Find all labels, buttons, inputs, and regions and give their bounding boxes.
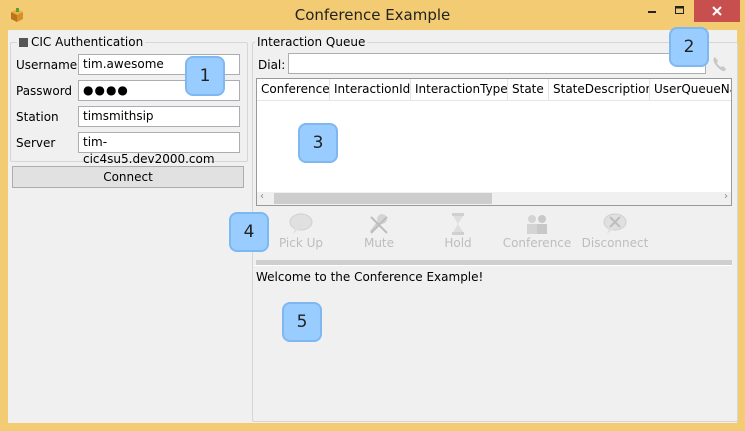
annotation-badge: 3: [298, 123, 338, 163]
annotation-badge: 1: [185, 56, 225, 96]
disconnect-button[interactable]: Disconnect: [570, 210, 660, 250]
server-label: Server: [16, 136, 56, 150]
server-field[interactable]: tim-cic4su5.dev2000.com: [78, 132, 240, 166]
column-header[interactable]: UserQueueNa: [650, 79, 731, 101]
scroll-right-icon[interactable]: ›: [724, 191, 728, 202]
close-icon: [712, 6, 722, 16]
hold-button[interactable]: Hold: [413, 210, 503, 250]
auth-checkbox[interactable]: [19, 38, 28, 47]
main-window: Conference Example CIC Authentication Us…: [0, 0, 745, 431]
log-text: Welcome to the Conference Example!: [256, 270, 484, 284]
speech-bubble-icon: [289, 213, 313, 234]
scroll-left-icon[interactable]: ‹: [260, 191, 264, 202]
column-header[interactable]: StateDescription: [549, 79, 650, 101]
dial-label: Dial:: [258, 58, 286, 72]
call-toolbar: Pick Up Mute Hold Conference Disconnect: [256, 210, 732, 256]
mute-label: Mute: [363, 236, 395, 250]
station-field[interactable]: timsmithsip: [78, 106, 240, 127]
conference-people-icon: [527, 215, 547, 234]
window-title: Conference Example: [294, 6, 451, 24]
close-button[interactable]: [694, 0, 740, 22]
maximize-icon: [675, 6, 684, 14]
annotation-badge: 4: [229, 212, 269, 252]
column-header[interactable]: State: [508, 79, 549, 101]
hold-label: Hold: [444, 236, 472, 250]
conference-button[interactable]: Conference: [492, 210, 582, 250]
minimize-button[interactable]: [640, 0, 666, 22]
title-bar[interactable]: Conference Example: [0, 0, 745, 30]
annotation-badge: 5: [282, 302, 322, 342]
pickup-label: Pick Up: [278, 236, 324, 250]
maximize-button[interactable]: [666, 0, 694, 22]
horizontal-scrollbar[interactable]: ‹ ›: [257, 191, 731, 205]
phone-icon[interactable]: [711, 55, 729, 73]
microphone-muted-icon: [369, 214, 388, 234]
scrollbar-thumb[interactable]: [274, 193, 492, 204]
queue-legend: Interaction Queue: [255, 35, 368, 49]
pickup-button[interactable]: Pick Up: [256, 210, 346, 250]
mute-button[interactable]: Mute: [334, 210, 424, 250]
column-header[interactable]: Conference: [257, 79, 330, 101]
minimize-icon: [648, 11, 656, 13]
auth-legend: CIC Authentication: [17, 35, 146, 49]
column-header[interactable]: InteractionId: [330, 79, 411, 101]
auth-legend-text: CIC Authentication: [31, 35, 144, 49]
connect-button[interactable]: Connect: [12, 166, 244, 188]
annotation-badge: 2: [669, 27, 709, 67]
column-header[interactable]: InteractionType: [411, 79, 508, 101]
password-label: Password: [16, 84, 73, 98]
hourglass-icon: [452, 213, 464, 235]
disconnect-label: Disconnect: [581, 236, 649, 250]
client-area: CIC Authentication Username tim.awesome …: [8, 27, 738, 423]
dial-input[interactable]: [288, 53, 706, 74]
conference-label: Conference: [502, 236, 572, 250]
log-output[interactable]: Welcome to the Conference Example!: [254, 265, 732, 418]
username-label: Username: [16, 58, 78, 72]
disconnect-icon: [603, 213, 627, 234]
station-label: Station: [16, 110, 59, 124]
